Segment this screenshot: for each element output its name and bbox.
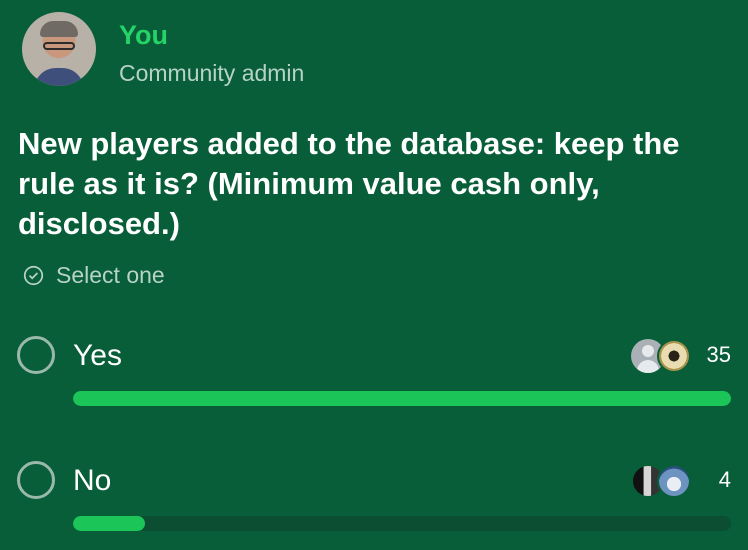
- sender-avatar[interactable]: [22, 12, 96, 86]
- vote-count: 35: [706, 342, 731, 367]
- vote-count: 4: [718, 467, 731, 492]
- radio-button[interactable]: [17, 461, 55, 499]
- check-circle-icon: [23, 265, 44, 286]
- progress-bar: [73, 516, 731, 531]
- voter-avatars[interactable]: [631, 464, 693, 500]
- voter-avatar: [657, 339, 691, 373]
- progress-fill: [73, 391, 731, 406]
- voter-avatar: [657, 464, 691, 498]
- poll-question: New players added to the database: keep …: [18, 126, 680, 241]
- progress-fill: [73, 516, 146, 531]
- hint-text: Select one: [56, 262, 165, 288]
- radio-button[interactable]: [17, 336, 55, 374]
- voter-avatars[interactable]: [631, 339, 693, 375]
- progress-bar: [73, 391, 731, 406]
- sender-role: Community admin: [119, 60, 305, 86]
- sender-name: You: [119, 20, 168, 50]
- option-label: No: [73, 464, 112, 497]
- poll-hint: Select one: [23, 262, 165, 289]
- poll-sender: You Community admin: [22, 12, 304, 86]
- poll-option-no[interactable]: No 4: [17, 461, 731, 541]
- option-label: Yes: [73, 339, 122, 372]
- poll-option-yes[interactable]: Yes 35: [17, 336, 731, 416]
